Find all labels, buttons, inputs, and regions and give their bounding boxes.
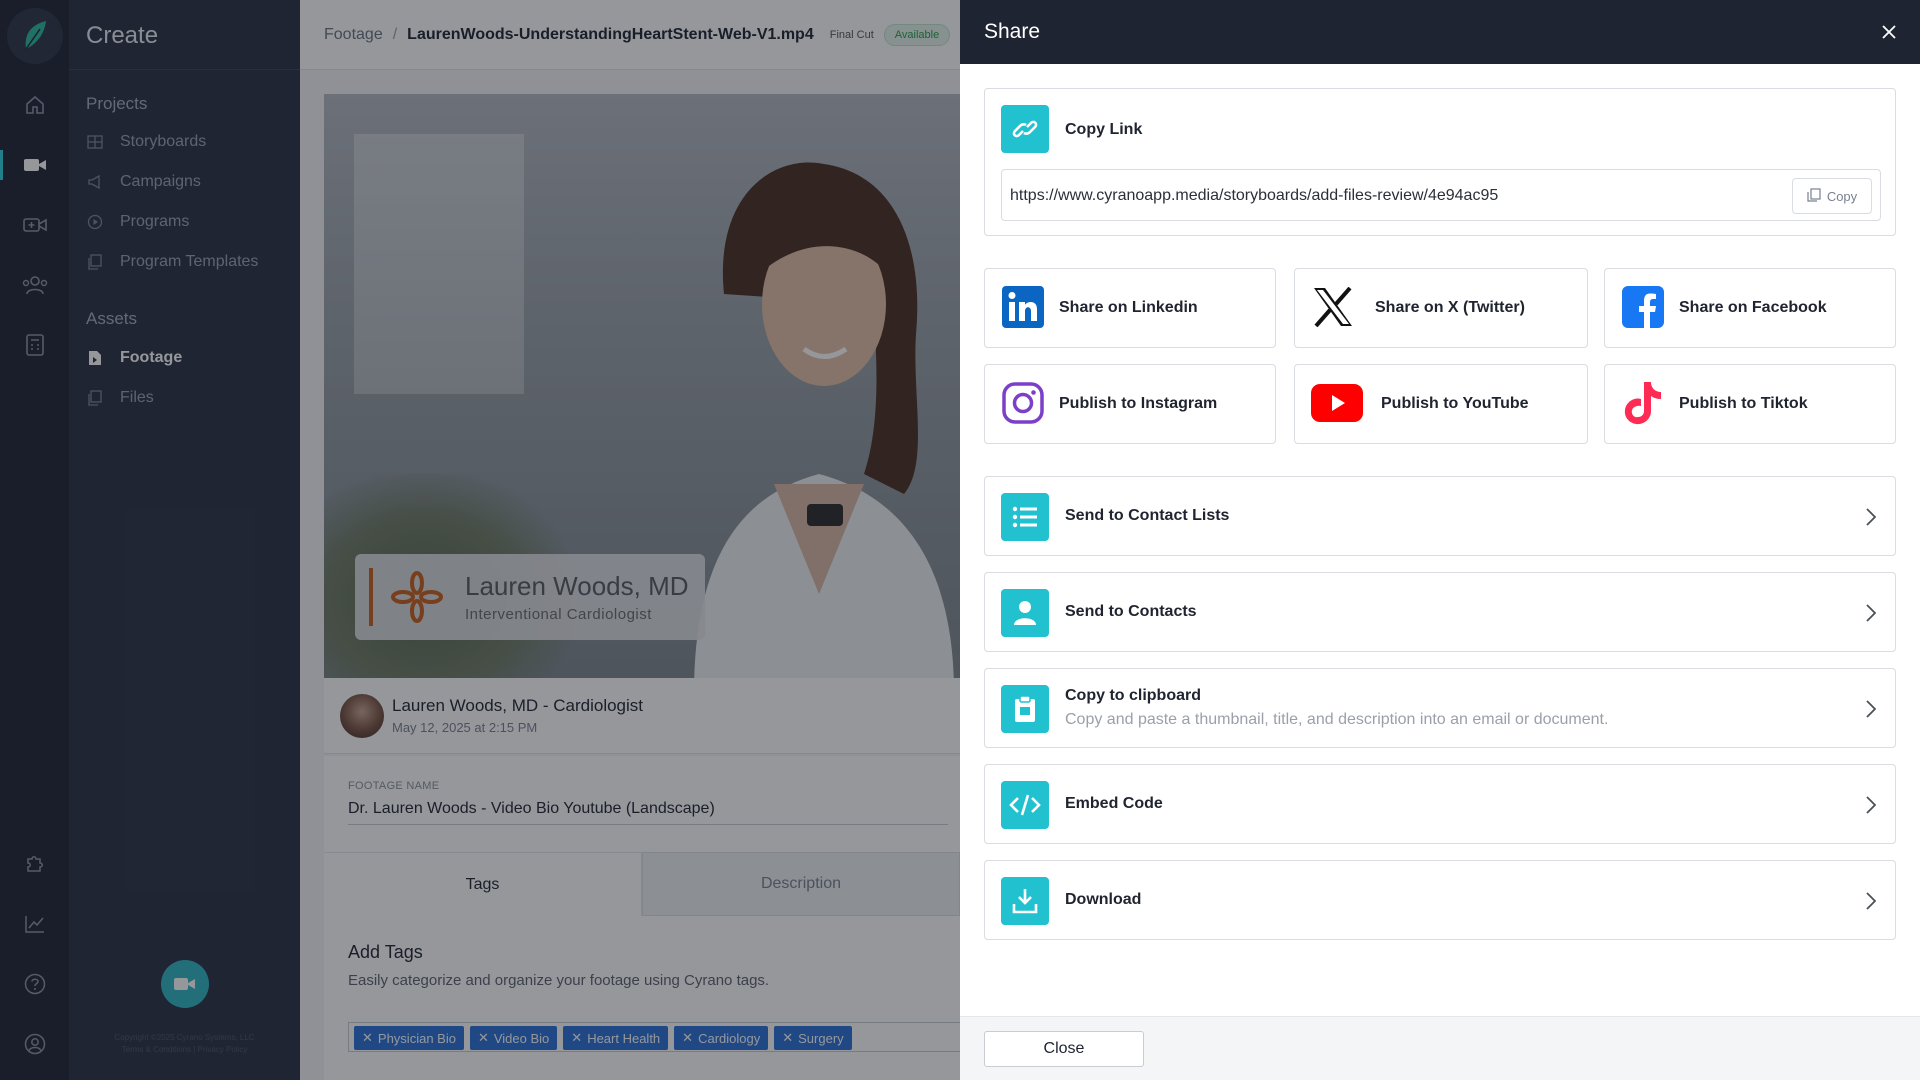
share-footer: Close <box>960 1016 1920 1080</box>
share-label: Share on Linkedin <box>1059 299 1198 316</box>
share-label: Share on Facebook <box>1679 299 1827 316</box>
share-label: Share on X (Twitter) <box>1375 299 1525 316</box>
publish-youtube-button[interactable]: Publish to YouTube <box>1294 364 1588 444</box>
row-label: Send to Contact Lists <box>1065 507 1230 524</box>
code-icon <box>1001 781 1049 829</box>
person-icon <box>1001 589 1049 637</box>
copy-button-label: Copy <box>1826 188 1858 204</box>
share-title: Share <box>984 20 1041 43</box>
youtube-icon <box>1311 381 1363 425</box>
clipboard-icon <box>1001 685 1049 733</box>
share-facebook-button[interactable]: Share on Facebook <box>1604 268 1896 348</box>
share-linkedin-button[interactable]: Share on Linkedin <box>984 268 1276 348</box>
row-description: Copy and paste a thumbnail, title, and d… <box>1065 711 1609 728</box>
share-header: Share <box>960 0 1920 64</box>
chevron-right-icon <box>1861 505 1881 529</box>
share-label: Publish to Instagram <box>1059 395 1218 412</box>
publish-instagram-button[interactable]: Publish to Instagram <box>984 364 1276 444</box>
copy-link-card: Copy Link https://www.cyranoapp.media/st… <box>984 88 1896 236</box>
embed-code-button[interactable]: Embed Code <box>984 764 1896 844</box>
copy-to-clipboard-button[interactable]: Copy to clipboard Copy and paste a thumb… <box>984 668 1896 748</box>
linkedin-icon <box>1001 285 1045 329</box>
share-label: Publish to YouTube <box>1381 395 1529 412</box>
download-icon <box>1001 877 1049 925</box>
tiktok-icon <box>1621 381 1665 425</box>
close-button[interactable]: Close <box>984 1031 1144 1067</box>
row-label: Download <box>1065 891 1142 908</box>
x-twitter-icon <box>1311 285 1355 329</box>
copy-icon <box>1807 187 1821 205</box>
send-contacts-button[interactable]: Send to Contacts <box>984 572 1896 652</box>
list-icon <box>1001 493 1049 541</box>
row-label: Embed Code <box>1065 795 1163 812</box>
share-label: Publish to Tiktok <box>1679 395 1808 412</box>
share-drawer: Share Copy Link https://www.cyranoapp.me… <box>960 0 1920 1080</box>
download-button[interactable]: Download <box>984 860 1896 940</box>
link-icon <box>1001 105 1049 153</box>
close-icon[interactable] <box>1877 20 1901 44</box>
row-label: Send to Contacts <box>1065 603 1197 620</box>
copy-url-button[interactable]: Copy <box>1792 178 1872 214</box>
share-url-field[interactable]: https://www.cyranoapp.media/storyboards/… <box>1001 169 1881 221</box>
copy-link-label: Copy Link <box>1065 121 1143 138</box>
chevron-right-icon <box>1861 697 1881 721</box>
instagram-icon <box>1001 381 1045 425</box>
chevron-right-icon <box>1861 601 1881 625</box>
share-url: https://www.cyranoapp.media/storyboards/… <box>1010 187 1499 204</box>
send-contact-lists-button[interactable]: Send to Contact Lists <box>984 476 1896 556</box>
chevron-right-icon <box>1861 889 1881 913</box>
share-x-button[interactable]: Share on X (Twitter) <box>1294 268 1588 348</box>
facebook-icon <box>1621 285 1665 329</box>
publish-tiktok-button[interactable]: Publish to Tiktok <box>1604 364 1896 444</box>
chevron-right-icon <box>1861 793 1881 817</box>
row-label: Copy to clipboard <box>1065 687 1201 704</box>
modal-backdrop[interactable] <box>0 0 960 1080</box>
